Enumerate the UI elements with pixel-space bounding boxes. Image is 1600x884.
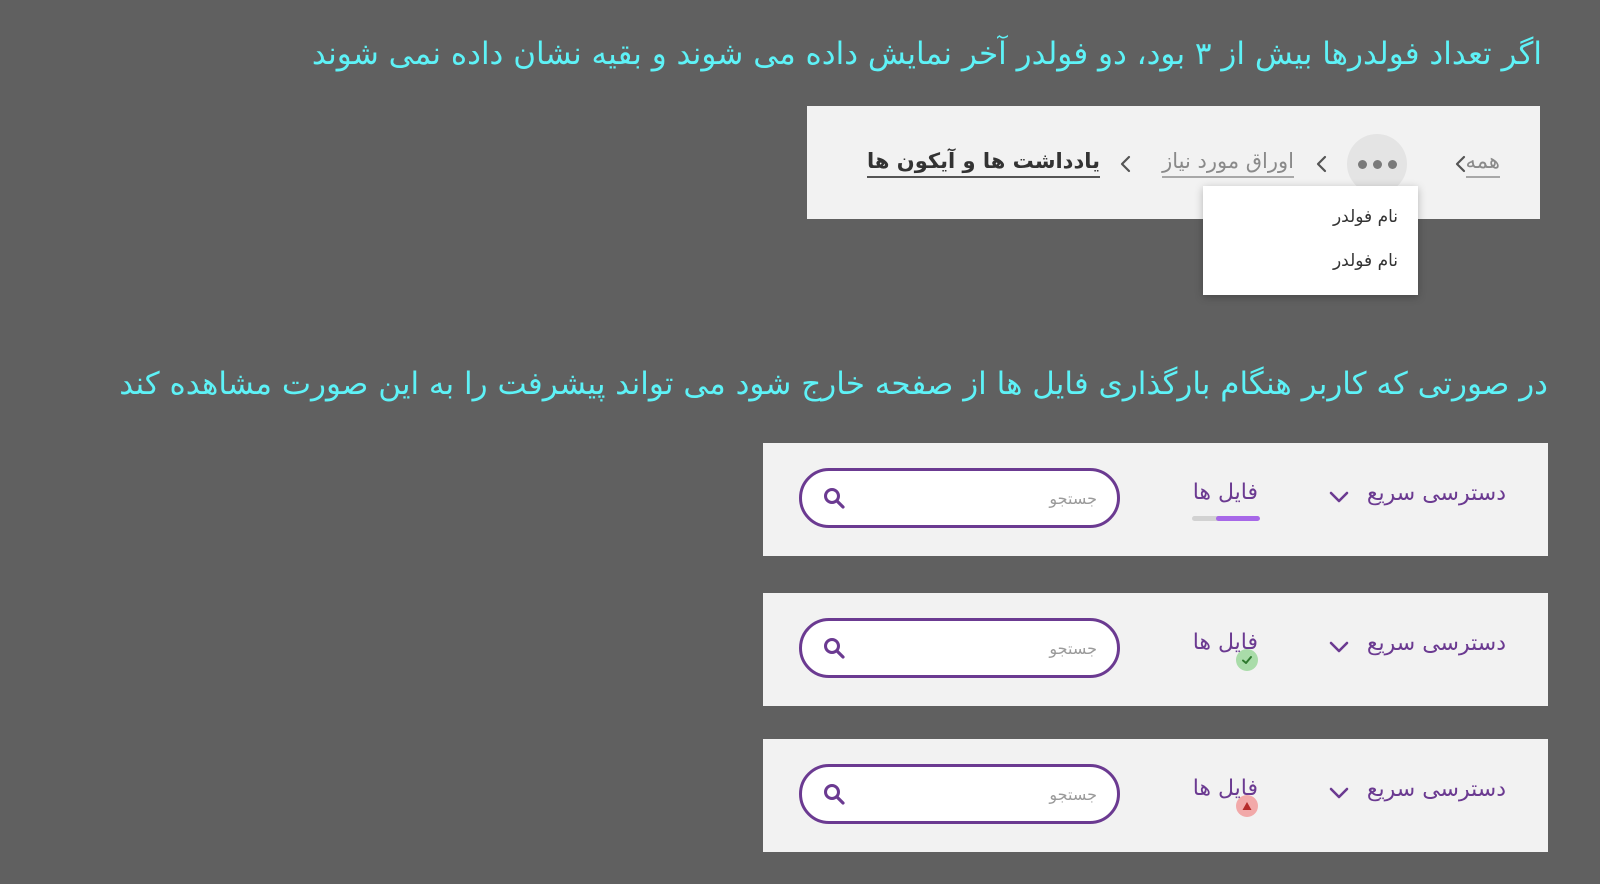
more-horizontal-icon <box>1357 159 1367 169</box>
upload-note-heading: در صورتی که کاربر هنگام بارگذاری فایل ها… <box>119 366 1548 402</box>
toolbar-uploading: دسترسی سریع فایل ها <box>763 443 1548 556</box>
quick-access-label[interactable]: دسترسی سریع <box>1367 479 1506 509</box>
hidden-folders-dropdown: نام فولدر نام فولدر <box>1203 186 1418 295</box>
upload-progress-bar <box>1192 516 1260 521</box>
breadcrumb-note-heading: اگر تعداد فولدرها بیش از ۳ بود، دو فولدر… <box>311 36 1542 72</box>
upload-progress-fill <box>1215 516 1260 521</box>
chevron-left-icon <box>1316 155 1327 173</box>
quick-access-label[interactable]: دسترسی سریع <box>1367 629 1506 659</box>
chevron-down-icon[interactable] <box>1327 635 1351 659</box>
dropdown-item-folder[interactable]: نام فولدر <box>1333 249 1398 273</box>
files-tab[interactable]: فایل ها <box>1193 478 1258 508</box>
search-input[interactable] <box>877 621 1097 675</box>
search-icon[interactable] <box>822 636 846 660</box>
search-icon[interactable] <box>822 782 846 806</box>
breadcrumb-item-current[interactable]: یادداشت ها و آیکون ها <box>867 146 1100 178</box>
more-folders-button[interactable] <box>1347 134 1407 194</box>
upload-success-badge <box>1236 649 1258 671</box>
chevron-left-icon <box>1455 155 1466 173</box>
breadcrumb: همه اوراق مورد نیاز یادداشت ها و آیکون ه… <box>807 106 1540 219</box>
chevron-left-icon <box>1120 155 1131 173</box>
chevron-down-icon[interactable] <box>1327 781 1351 805</box>
warning-triangle-icon <box>1242 802 1252 810</box>
search-input[interactable] <box>877 767 1097 821</box>
toolbar-success: دسترسی سریع فایل ها <box>763 593 1548 706</box>
search-icon[interactable] <box>822 486 846 510</box>
check-icon <box>1242 656 1252 664</box>
toolbar-error: دسترسی سریع فایل ها <box>763 739 1548 852</box>
search-box <box>799 618 1120 678</box>
dropdown-item-folder[interactable]: نام فولدر <box>1333 205 1398 229</box>
upload-error-badge <box>1236 795 1258 817</box>
search-box <box>799 468 1120 528</box>
chevron-down-icon[interactable] <box>1327 485 1351 509</box>
search-box <box>799 764 1120 824</box>
breadcrumb-item-docs[interactable]: اوراق مورد نیاز <box>1162 146 1294 178</box>
quick-access-label[interactable]: دسترسی سریع <box>1367 775 1506 805</box>
search-input[interactable] <box>877 471 1097 525</box>
